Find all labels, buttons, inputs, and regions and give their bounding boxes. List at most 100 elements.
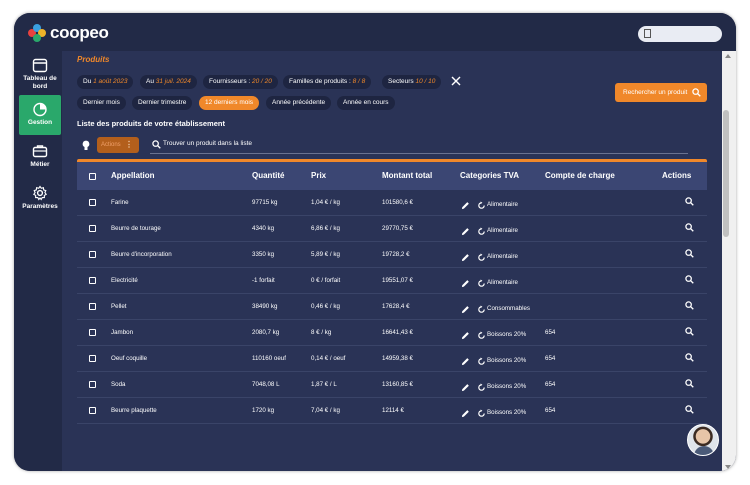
table-row[interactable]: Beurre d'incorporation 3350 kg 5,89 € / …: [77, 242, 707, 268]
cell-compte: 654: [545, 381, 556, 388]
logo[interactable]: coopeo: [28, 23, 109, 43]
search-icon[interactable]: [685, 327, 694, 336]
column-header-montant[interactable]: Montant total: [382, 162, 432, 190]
app-window: coopeo Tableau de bord Gestion Métier Pa…: [14, 13, 736, 471]
table-row[interactable]: Farine 97715 kg 1,04 € / kg 101580,6 € A…: [77, 190, 707, 216]
period-12-derniers-mois[interactable]: 12 derniers mois: [199, 96, 260, 110]
filter-secteurs[interactable]: Secteurs 10 / 10: [382, 75, 442, 89]
refresh-icon[interactable]: [477, 331, 486, 340]
search-icon[interactable]: [685, 379, 694, 388]
table-row[interactable]: Pellet 38490 kg 0,46 € / kg 17628,4 € Co…: [77, 294, 707, 320]
search-icon[interactable]: [685, 301, 694, 310]
row-checkbox[interactable]: [89, 277, 96, 284]
tva-actions: [461, 223, 486, 241]
row-checkbox[interactable]: [89, 355, 96, 362]
column-header-prix[interactable]: Prix: [311, 162, 326, 190]
period-annee-precedente[interactable]: Année précédente: [266, 96, 332, 110]
filter-value: 1 août 2023: [93, 78, 128, 85]
filter-label: Secteurs: [388, 78, 414, 85]
search-icon[interactable]: [685, 353, 694, 362]
refresh-icon[interactable]: [477, 253, 486, 262]
column-header-quantite[interactable]: Quantité: [252, 162, 284, 190]
refresh-icon[interactable]: [477, 201, 486, 210]
scroll-down-arrow-icon[interactable]: [725, 465, 731, 469]
row-checkbox[interactable]: [89, 303, 96, 310]
period-dernier-mois[interactable]: Dernier mois: [77, 96, 126, 110]
filter-date-to[interactable]: Au 31 juil. 2024: [140, 75, 197, 89]
refresh-icon[interactable]: [477, 279, 486, 288]
refresh-icon[interactable]: [477, 383, 486, 392]
row-checkbox[interactable]: [89, 251, 96, 258]
sidebar-item-gestion[interactable]: Gestion: [19, 95, 61, 135]
row-checkbox[interactable]: [89, 199, 96, 206]
refresh-icon[interactable]: [477, 409, 486, 418]
row-checkbox[interactable]: [89, 407, 96, 414]
table-row[interactable]: Beurre de tourage 4340 kg 6,86 € / kg 29…: [77, 216, 707, 242]
row-checkbox[interactable]: [89, 381, 96, 388]
lightbulb-icon[interactable]: [82, 140, 90, 151]
search-input[interactable]: Trouver un produit dans la liste: [150, 137, 688, 154]
search-icon[interactable]: [685, 249, 694, 258]
column-header-compte[interactable]: Compte de charge: [545, 162, 615, 190]
pencil-icon[interactable]: [461, 279, 470, 288]
filter-value: 8 / 8: [352, 78, 366, 85]
building-icon: [644, 29, 651, 38]
table-row[interactable]: Electricité -1 forfait 0 € / forfait 195…: [77, 268, 707, 294]
filter-familles[interactable]: Familles de produits : 8 / 8: [283, 75, 372, 89]
pencil-icon[interactable]: [461, 331, 470, 340]
search-icon[interactable]: [685, 197, 694, 206]
period-dernier-trimestre[interactable]: Dernier trimestre: [132, 96, 193, 110]
search-product-button[interactable]: Rechercher un produit: [615, 83, 707, 102]
pencil-icon[interactable]: [461, 409, 470, 418]
clear-filters-icon[interactable]: [450, 75, 462, 87]
search-icon[interactable]: [685, 405, 694, 414]
table-row[interactable]: Beurre plaquette 1720 kg 7,04 € / kg 121…: [77, 398, 707, 424]
refresh-icon[interactable]: [477, 227, 486, 236]
select-all-checkbox[interactable]: [89, 173, 96, 180]
support-avatar[interactable]: [687, 424, 719, 456]
row-checkbox[interactable]: [89, 225, 96, 232]
refresh-icon[interactable]: [477, 357, 486, 366]
cell-appellation: Beurre plaquette: [111, 407, 157, 414]
filter-date-from[interactable]: Du 1 août 2023: [77, 75, 134, 89]
pencil-icon[interactable]: [461, 227, 470, 236]
table-row[interactable]: Oeuf coquille 110160 oeuf 0,14 € / oeuf …: [77, 346, 707, 372]
pencil-icon[interactable]: [461, 357, 470, 366]
search-icon[interactable]: [685, 223, 694, 232]
column-header-appellation[interactable]: Appellation: [111, 162, 155, 190]
cell-quantite: 7048,08 L: [252, 381, 280, 388]
scrollbar-thumb[interactable]: [723, 110, 729, 237]
cell-quantite: 3350 kg: [252, 251, 275, 258]
pie-chart-icon: [33, 102, 47, 117]
refresh-icon[interactable]: [477, 305, 486, 314]
pencil-icon[interactable]: [461, 383, 470, 392]
cell-montant: 101580,6 €: [382, 199, 413, 206]
actions-button[interactable]: Actions ⋮: [97, 137, 139, 153]
scroll-up-arrow-icon[interactable]: [725, 54, 731, 58]
row-checkbox[interactable]: [89, 329, 96, 336]
sidebar-item-tableau-de-bord[interactable]: Tableau de bord: [19, 55, 61, 97]
cell-tva: Alimentaire: [487, 201, 518, 208]
sidebar-item-metier[interactable]: Métier: [19, 143, 61, 179]
sidebar-item-label: Tableau de bord: [23, 75, 57, 90]
cell-quantite: 2080,7 kg: [252, 329, 280, 336]
cell-prix: 0,14 € / oeuf: [311, 355, 346, 362]
top-bar: coopeo: [14, 13, 736, 51]
column-header-tva[interactable]: Categories TVA: [460, 162, 519, 190]
pencil-icon[interactable]: [461, 253, 470, 262]
table-row[interactable]: Jambon 2080,7 kg 8 € / kg 16641,43 € Boi…: [77, 320, 707, 346]
cell-tva: Boissons 20%: [487, 357, 527, 364]
filter-fournisseurs[interactable]: Fournisseurs : 20 / 20: [203, 75, 278, 89]
sidebar-item-parametres[interactable]: Paramètres: [19, 185, 61, 221]
actions-label: Actions: [101, 142, 121, 148]
establishment-selector[interactable]: [638, 26, 722, 42]
filter-label: Familles de produits :: [289, 78, 351, 85]
period-annee-en-cours[interactable]: Année en cours: [337, 96, 395, 110]
cell-montant: 29770,75 €: [382, 225, 413, 232]
cell-quantite: 4340 kg: [252, 225, 275, 232]
search-icon[interactable]: [685, 275, 694, 284]
pencil-icon[interactable]: [461, 201, 470, 210]
table-row[interactable]: Soda 7048,08 L 1,87 € / L 13160,85 € Boi…: [77, 372, 707, 398]
tva-actions: [461, 353, 486, 371]
pencil-icon[interactable]: [461, 305, 470, 314]
